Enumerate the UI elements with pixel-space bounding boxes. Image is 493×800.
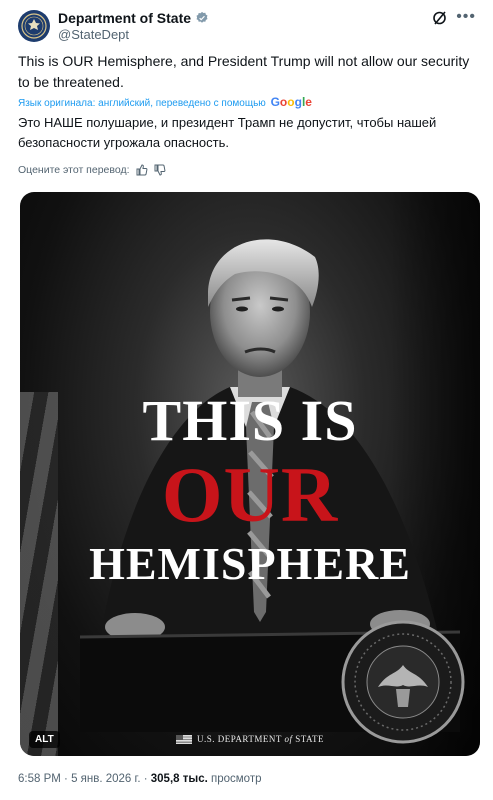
post-time[interactable]: 6:58 PM bbox=[18, 773, 61, 785]
rate-translation-label: Оцените этот перевод: bbox=[18, 164, 130, 176]
meta-separator: · bbox=[143, 773, 148, 785]
translation-notice: Язык оригинала: английский, переведено с… bbox=[18, 95, 312, 109]
wordmark-suffix: STATE bbox=[295, 733, 325, 744]
translated-text: Это НАШЕ полушарие, и президент Трамп не… bbox=[18, 115, 437, 150]
avatar[interactable] bbox=[18, 10, 50, 42]
post-text: This is OUR Hemisphere, and President Tr… bbox=[18, 53, 470, 90]
wordmark-of: of bbox=[284, 733, 293, 744]
views-label: просмотр bbox=[211, 773, 262, 785]
post-header: Department of State @StateDept ••• bbox=[18, 8, 478, 46]
views-count: 305,8 тыс. bbox=[150, 773, 208, 785]
headline-line-2: OUR bbox=[161, 451, 339, 538]
more-icon[interactable]: ••• bbox=[456, 8, 476, 26]
author-name[interactable]: Department of State bbox=[58, 10, 191, 26]
presidential-seal-icon bbox=[341, 620, 465, 744]
us-flag-icon bbox=[175, 735, 192, 744]
post-meta: 6:58 PM · 5 янв. 2026 г. · 305,8 тыс. пр… bbox=[18, 773, 261, 785]
state-department-wordmark: U.S. DEPARTMENT of STATE bbox=[20, 734, 480, 744]
post-image[interactable]: THIS IS OUR HEMISPHERE U.S. DEPARTMENT o… bbox=[20, 192, 480, 756]
wordmark-prefix: U.S. DEPARTMENT bbox=[196, 733, 282, 744]
headline-line-1: THIS IS bbox=[142, 388, 358, 453]
grok-icon[interactable] bbox=[432, 10, 448, 26]
post-date[interactable]: 5 янв. 2026 г. bbox=[71, 773, 140, 785]
alt-text-button[interactable]: ALT bbox=[29, 731, 60, 748]
google-logo[interactable]: Google bbox=[271, 95, 312, 109]
rate-translation: Оцените этот перевод: bbox=[18, 164, 166, 176]
meta-separator: · bbox=[64, 773, 68, 785]
translation-notice-text: Язык оригинала: английский, переведено с… bbox=[18, 98, 266, 109]
verified-badge-icon bbox=[196, 11, 208, 23]
state-department-seal-icon bbox=[21, 13, 47, 39]
thumbs-up-icon[interactable] bbox=[136, 164, 148, 176]
thumbs-down-icon[interactable] bbox=[154, 164, 166, 176]
author-handle[interactable]: @StateDept bbox=[58, 27, 129, 42]
headline-line-3: HEMISPHERE bbox=[89, 538, 411, 589]
